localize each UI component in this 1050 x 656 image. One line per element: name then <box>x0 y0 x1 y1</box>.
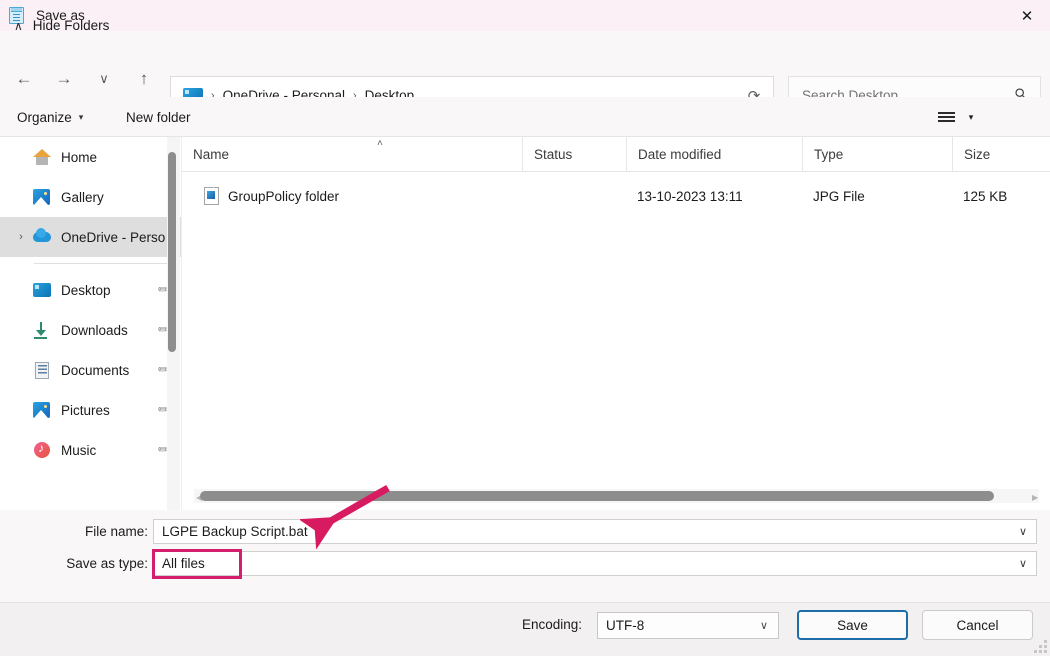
pictures-icon <box>32 400 52 420</box>
sort-ascending-icon: ˄ <box>377 138 383 149</box>
sidebar-item-pictures[interactable]: ›Pictures✐ <box>0 390 182 430</box>
encoding-select[interactable]: UTF-8 ∨ <box>597 612 779 639</box>
expand-chevron-icon[interactable]: › <box>10 231 32 243</box>
sidebar-item-label: Pictures <box>61 402 110 418</box>
sidebar-item-label: Home <box>61 149 98 165</box>
cell-type: JPG File <box>813 188 865 204</box>
horizontal-scrollbar-thumb[interactable] <box>200 491 994 501</box>
organize-label: Organize <box>17 109 72 125</box>
table-row[interactable]: GroupPolicy folder 13-10-2023 13:11 JPG Fi… <box>182 178 1050 214</box>
scroll-right-icon[interactable]: ▶ <box>1032 493 1038 502</box>
column-label: Name <box>193 146 230 162</box>
column-header-date-modified[interactable]: Date modified <box>626 137 802 171</box>
hide-folders-label: Hide Folders <box>32 18 110 33</box>
save-as-type-label: Save as type: <box>66 556 148 571</box>
home-icon <box>32 147 52 167</box>
chevron-up-icon: ∧ <box>14 18 23 33</box>
sidebar-item-label: Desktop <box>61 282 111 298</box>
encoding-label: Encoding: <box>522 617 583 632</box>
column-header-status[interactable]: Status <box>522 137 626 171</box>
cancel-button[interactable]: Cancel <box>922 610 1033 640</box>
encoding-value: UTF-8 <box>606 618 645 633</box>
title-bar: Save as ✕ <box>0 0 1050 31</box>
cell-size: 125 KB <box>963 188 1008 204</box>
chevron-down-icon[interactable]: ∨ <box>760 619 768 632</box>
forward-icon[interactable]: → <box>48 63 80 95</box>
chevron-down-icon: ▾ <box>78 111 84 122</box>
back-icon[interactable]: ← <box>8 63 40 95</box>
chevron-down-icon[interactable]: ∨ <box>1019 557 1027 570</box>
hide-folders-button[interactable]: ∧ Hide Folders <box>14 18 109 33</box>
file-name-label: File name: <box>84 524 148 539</box>
documents-icon <box>32 360 52 380</box>
onedrive-icon <box>32 227 52 247</box>
sidebar-item-music[interactable]: ›Music✐ <box>0 430 182 470</box>
save-as-dialog: Save as ✕ ← → ∨ ↑ › OneDrive - Personal … <box>0 0 1050 656</box>
view-dropdown-icon[interactable]: ▾ <box>962 106 980 128</box>
cell-date-modified: 13-10-2023 13:11 <box>637 188 743 204</box>
music-icon <box>32 440 52 460</box>
close-button[interactable]: ✕ <box>1004 0 1050 31</box>
sidebar-item-desktop[interactable]: ›Desktop✐ <box>0 270 182 310</box>
column-headers: Name ˄ Status Date modified Type Size <box>182 137 1050 172</box>
sidebar-item-label: OneDrive - Perso <box>61 229 166 245</box>
column-header-size[interactable]: Size <box>952 137 1050 171</box>
file-list: Name ˄ Status Date modified Type Size Gr… <box>182 137 1050 510</box>
sidebar-item-home[interactable]: ›Home <box>0 137 182 177</box>
chevron-down-icon[interactable]: ∨ <box>88 63 120 95</box>
sidebar-item-label: Downloads <box>61 322 128 338</box>
sidebar-item-gallery[interactable]: ›Gallery <box>0 177 182 217</box>
navigation-bar: ← → ∨ ↑ › OneDrive - Personal › Desktop … <box>0 31 1050 115</box>
file-name-input[interactable]: LGPE Backup Script.bat ∨ <box>153 519 1037 544</box>
downloads-icon <box>32 320 52 340</box>
save-as-type-select[interactable]: All files ∨ <box>153 551 1037 576</box>
sidebar-item-label: Music <box>61 442 97 458</box>
organize-button[interactable]: Organize ▾ <box>17 105 83 129</box>
navigation-sidebar: ›Home›Gallery›OneDrive - Perso›Desktop✐›… <box>0 137 182 510</box>
column-header-type[interactable]: Type <box>802 137 952 171</box>
sidebar-scrollbar-track[interactable] <box>167 137 180 510</box>
gallery-icon <box>32 187 52 207</box>
file-name-value: LGPE Backup Script.bat <box>162 524 308 539</box>
new-folder-button[interactable]: New folder <box>126 105 191 129</box>
command-bar: Organize ▾ New folder ▾ ? <box>0 97 1050 185</box>
view-options-icon[interactable] <box>932 106 960 128</box>
sidebar-item-onedrive-perso[interactable]: › OneDrive - Perso <box>0 217 182 257</box>
sidebar-divider <box>34 263 170 264</box>
jpg-file-icon <box>204 187 219 205</box>
cell-name: GroupPolicy folder <box>204 178 339 214</box>
save-button[interactable]: Save <box>797 610 908 640</box>
sidebar-item-documents[interactable]: ›Documents✐ <box>0 350 182 390</box>
sidebar-item-downloads[interactable]: ›Downloads✐ <box>0 310 182 350</box>
column-header-name[interactable]: Name ˄ <box>182 137 522 171</box>
sidebar-item-label: Documents <box>61 362 130 378</box>
sidebar-item-label: Gallery <box>61 189 104 205</box>
resize-grip[interactable] <box>1033 639 1047 653</box>
desktop-icon <box>32 280 52 300</box>
chevron-down-icon[interactable]: ∨ <box>1019 525 1027 538</box>
sidebar-scrollbar-thumb[interactable] <box>168 152 176 352</box>
save-as-type-value: All files <box>162 556 205 571</box>
up-icon[interactable]: ↑ <box>128 63 160 95</box>
file-name-text: GroupPolicy folder <box>228 188 340 204</box>
